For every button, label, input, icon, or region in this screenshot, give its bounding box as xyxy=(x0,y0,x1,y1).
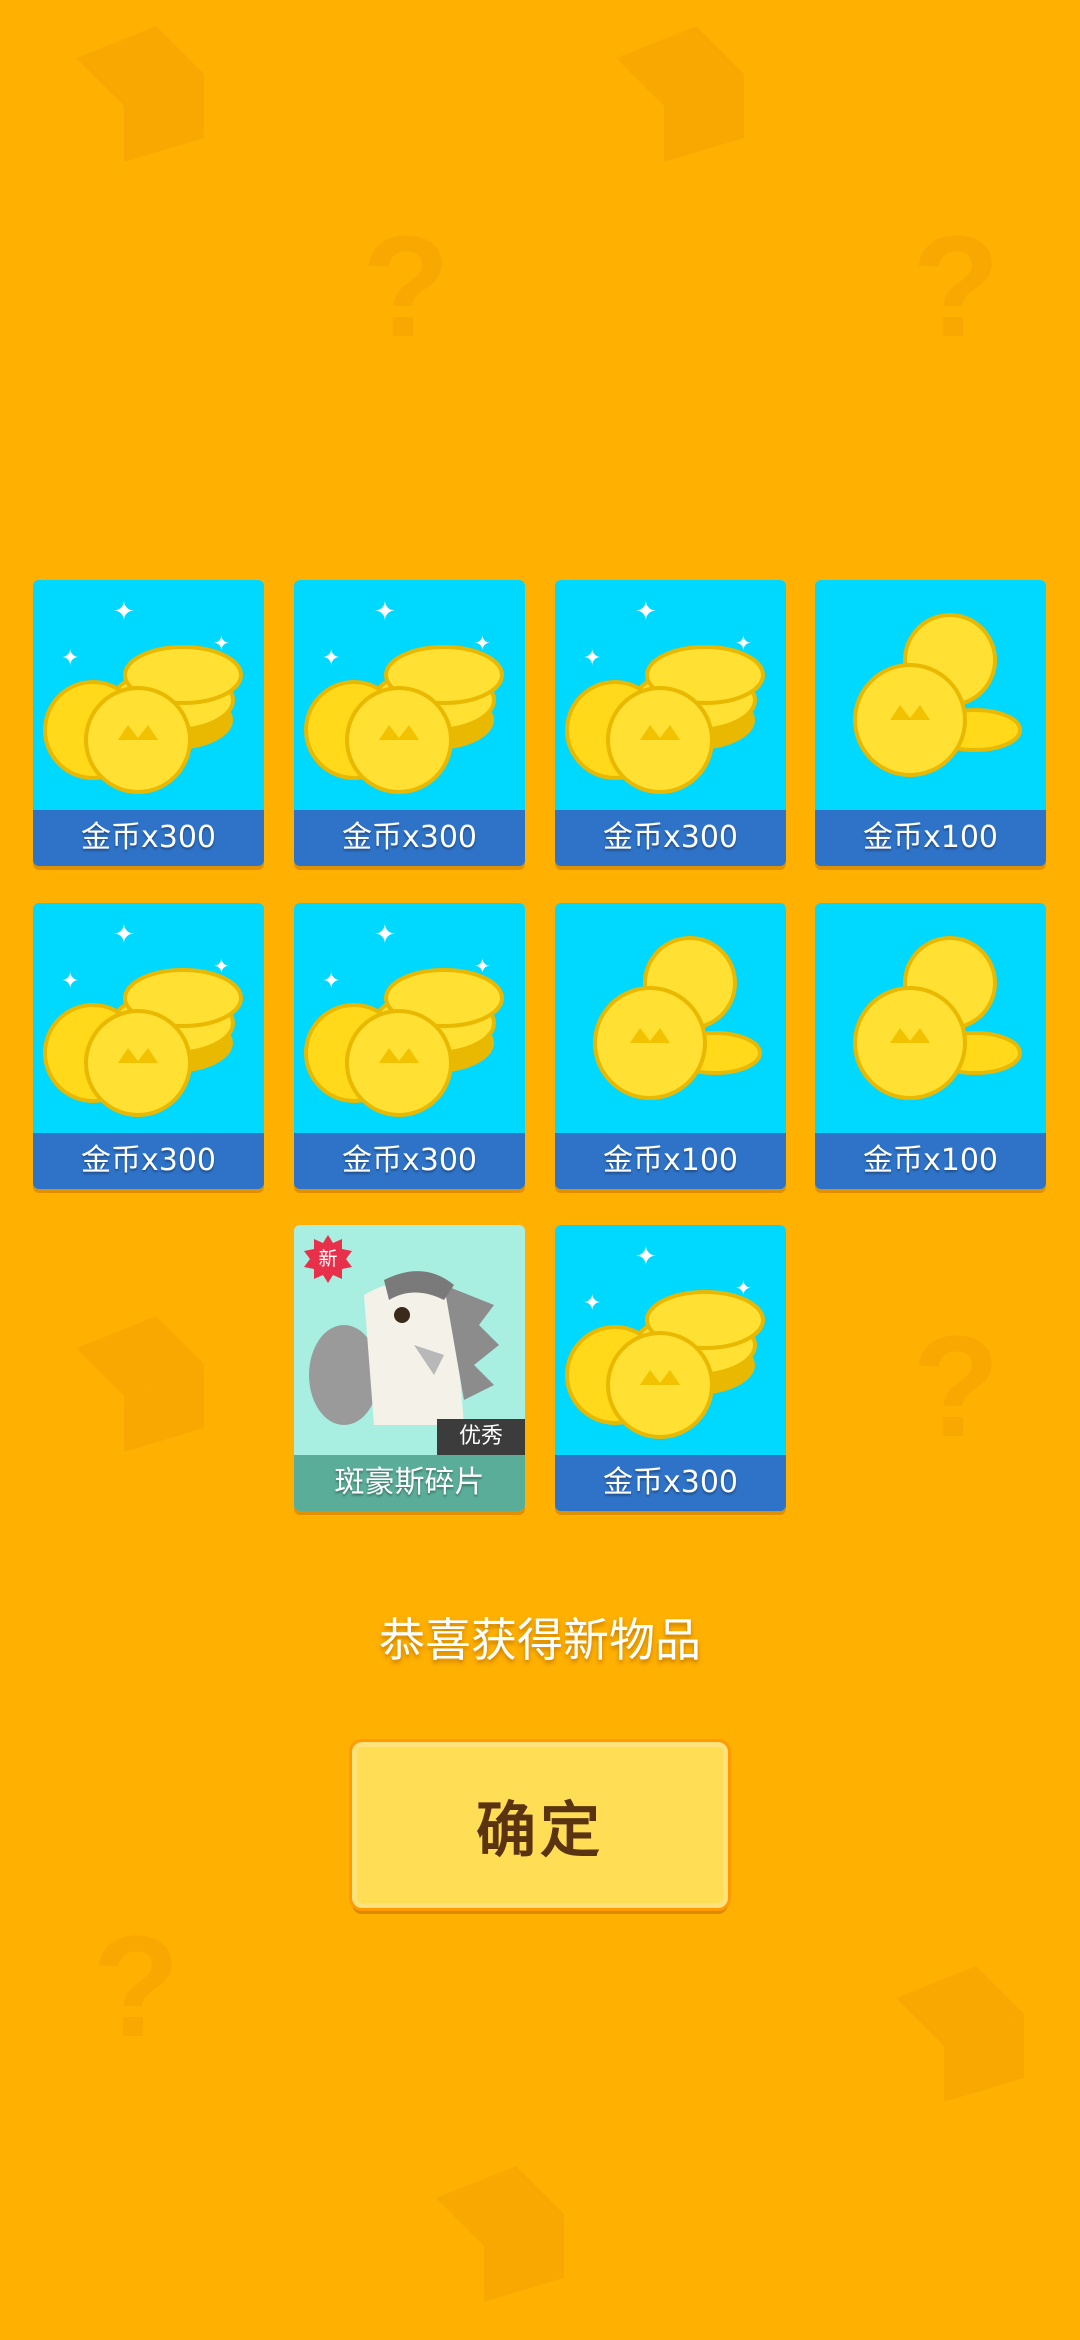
reward-label: 金币x300 xyxy=(555,810,786,866)
coin-stack-large-icon: ✦ ✦ ✦ xyxy=(565,597,765,794)
reward-label: 金币x100 xyxy=(815,1133,1046,1189)
svg-text:✦: ✦ xyxy=(61,969,79,994)
reward-label: 金币x300 xyxy=(33,1133,264,1189)
coin-stack-large-icon: ✦ ✦ ✦ xyxy=(304,597,504,794)
reward-label: 金币x300 xyxy=(294,1133,525,1189)
character-piece-card[interactable]: 新 优秀 斑豪斯碎片 xyxy=(294,1225,525,1511)
svg-text:✦: ✦ xyxy=(583,646,601,671)
svg-text:✦: ✦ xyxy=(635,597,657,627)
svg-text:✦: ✦ xyxy=(374,920,396,950)
coin-stack-large-icon: ✦ ✦ ✦ xyxy=(43,920,243,1117)
svg-text:✦: ✦ xyxy=(113,920,135,950)
rarity-tag: 优秀 xyxy=(437,1419,525,1455)
svg-text:✦: ✦ xyxy=(583,1291,601,1316)
svg-text:✦: ✦ xyxy=(735,631,752,655)
reward-label: 金币x300 xyxy=(294,810,525,866)
reward-label: 金币x100 xyxy=(815,810,1046,866)
new-badge: 新 xyxy=(302,1233,354,1285)
svg-text:✦: ✦ xyxy=(113,597,135,627)
svg-text:✦: ✦ xyxy=(374,597,396,627)
reward-label: 金币x300 xyxy=(555,1455,786,1511)
coin-stack-large-icon: ✦ ✦ ✦ xyxy=(304,920,504,1117)
new-badge-text: 新 xyxy=(318,1248,338,1270)
svg-text:✦: ✦ xyxy=(61,646,79,671)
reward-card[interactable]: ✦ ✦ ✦ 金币x300 xyxy=(555,580,786,866)
coin-stack-small-icon xyxy=(853,936,1022,1100)
reward-label: 金币x300 xyxy=(33,810,264,866)
reward-card[interactable]: 金币x100 xyxy=(815,903,1046,1189)
coin-stack-small-icon xyxy=(853,613,1022,777)
reward-label: 斑豪斯碎片 xyxy=(294,1455,525,1511)
svg-text:✦: ✦ xyxy=(213,631,230,655)
reward-card[interactable]: ✦ ✦ ✦ 金币x300 xyxy=(33,580,264,866)
svg-text:✦: ✦ xyxy=(322,646,340,671)
svg-text:✦: ✦ xyxy=(635,1242,657,1272)
svg-text:✦: ✦ xyxy=(322,969,340,994)
reward-card[interactable]: ✦ ✦ ✦ 金币x300 xyxy=(294,903,525,1189)
reward-label: 金币x100 xyxy=(555,1133,786,1189)
reward-grid: ✦ ✦ ✦ 金币x300 ✦ ✦ ✦ 金币x300 ✦ ✦ ✦ 金币x300 金… xyxy=(0,0,1080,2340)
confirm-button[interactable]: 确定 xyxy=(352,1742,728,1908)
coin-stack-large-icon: ✦ ✦ ✦ xyxy=(43,597,243,794)
coin-stack-large-icon: ✦ ✦ ✦ xyxy=(565,1242,765,1439)
reward-card[interactable]: ✦ ✦ ✦ 金币x300 xyxy=(555,1225,786,1511)
svg-text:✦: ✦ xyxy=(213,954,230,978)
coin-stack-small-icon xyxy=(593,936,762,1100)
svg-text:✦: ✦ xyxy=(735,1276,752,1300)
congrats-message: 恭喜获得新物品 xyxy=(379,1613,701,1667)
svg-text:✦: ✦ xyxy=(474,954,491,978)
svg-text:✦: ✦ xyxy=(474,631,491,655)
reward-card[interactable]: ✦ ✦ ✦ 金币x300 xyxy=(294,580,525,866)
reward-card[interactable]: ✦ ✦ ✦ 金币x300 xyxy=(33,903,264,1189)
reward-card[interactable]: 金币x100 xyxy=(815,580,1046,866)
reward-card[interactable]: 金币x100 xyxy=(555,903,786,1189)
